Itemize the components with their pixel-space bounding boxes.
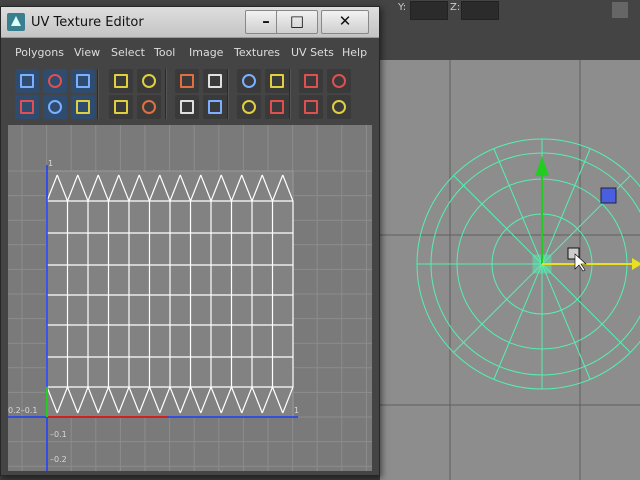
cut-uv-icon bbox=[180, 74, 194, 88]
toolbar-separator bbox=[227, 69, 229, 119]
relax-icon bbox=[180, 100, 194, 114]
title-bar[interactable]: UV Texture Editor – □ ✕ bbox=[1, 7, 379, 38]
flip-v-button[interactable] bbox=[137, 69, 161, 93]
straighten-icon bbox=[20, 100, 34, 114]
menu-tool[interactable]: Tool bbox=[154, 46, 175, 59]
y-field[interactable] bbox=[410, 1, 448, 20]
flip-h-button[interactable] bbox=[109, 69, 133, 93]
z-label: Z: bbox=[450, 2, 461, 13]
unfold-icon bbox=[142, 100, 156, 114]
select-uv-icon bbox=[20, 74, 34, 88]
uv-label-neg02: –0.2 bbox=[50, 455, 67, 464]
move-uv-button[interactable] bbox=[43, 69, 67, 93]
uv-label-neg01: –0.1 bbox=[50, 430, 67, 439]
perspective-viewport[interactable] bbox=[380, 60, 640, 480]
uv-label-right: 1 bbox=[294, 406, 300, 415]
move-y-arrow bbox=[535, 156, 549, 176]
toolbar-separator bbox=[165, 69, 167, 119]
toolbar-separator bbox=[289, 69, 291, 119]
rotate-ccw-button[interactable] bbox=[71, 95, 95, 119]
checker-button[interactable] bbox=[265, 95, 289, 119]
relax-button[interactable] bbox=[175, 95, 199, 119]
uv-editor-canvas[interactable]: 1 0.2–0.1 1 –0.1 –0.2 bbox=[8, 125, 372, 471]
unfold-button[interactable] bbox=[137, 95, 161, 119]
z-field[interactable] bbox=[461, 1, 499, 20]
toolbar-separator bbox=[97, 69, 99, 119]
distribute-icon bbox=[332, 100, 346, 114]
plane-handle bbox=[600, 187, 617, 204]
y-label: Y: bbox=[398, 2, 407, 13]
stack-button[interactable] bbox=[299, 69, 323, 93]
checker-icon bbox=[270, 100, 284, 114]
snap-button[interactable] bbox=[43, 95, 67, 119]
rotate-ccw-icon bbox=[76, 100, 90, 114]
uv-label-top: 1 bbox=[48, 159, 54, 168]
tool-icon[interactable] bbox=[612, 2, 628, 18]
menu-image[interactable]: Image bbox=[189, 46, 223, 59]
move-down-button[interactable] bbox=[299, 95, 323, 119]
pin-icon bbox=[242, 100, 256, 114]
menu-uv-sets[interactable]: UV Sets bbox=[291, 46, 334, 59]
flip-h-icon bbox=[114, 74, 128, 88]
grid-uv-button[interactable] bbox=[265, 69, 289, 93]
menu-bar: Polygons View Select Tool Image Textures… bbox=[1, 43, 379, 63]
menu-help[interactable]: Help bbox=[342, 46, 367, 59]
menu-view[interactable]: View bbox=[74, 46, 100, 59]
snap-icon bbox=[48, 100, 62, 114]
menu-select[interactable]: Select bbox=[111, 46, 145, 59]
viewport-scene bbox=[380, 60, 640, 480]
scale-uv-button[interactable] bbox=[71, 69, 95, 93]
sew-uv-button[interactable] bbox=[203, 69, 227, 93]
pin-button[interactable] bbox=[237, 95, 261, 119]
layout-icon bbox=[332, 74, 346, 88]
layout-button[interactable] bbox=[327, 69, 351, 93]
flip-v-icon bbox=[142, 74, 156, 88]
sew-uv-icon bbox=[208, 74, 222, 88]
rotate-cw-button[interactable] bbox=[109, 95, 133, 119]
cut-uv-button[interactable] bbox=[175, 69, 199, 93]
shell-button[interactable] bbox=[203, 95, 227, 119]
stack-icon bbox=[304, 74, 318, 88]
grid-uv-icon bbox=[270, 74, 284, 88]
align-uv-icon bbox=[242, 74, 256, 88]
move-down-icon bbox=[304, 100, 318, 114]
rotate-cw-icon bbox=[114, 100, 128, 114]
distribute-button[interactable] bbox=[327, 95, 351, 119]
select-uv-button[interactable] bbox=[15, 69, 39, 93]
scale-uv-icon bbox=[76, 74, 90, 88]
maximize-icon: □ bbox=[289, 12, 305, 30]
maya-app-icon bbox=[7, 13, 25, 31]
menu-textures[interactable]: Textures bbox=[234, 46, 280, 59]
move-uv-icon bbox=[48, 74, 62, 88]
shell-icon bbox=[208, 100, 222, 114]
close-icon: ✕ bbox=[338, 12, 352, 30]
straighten-button[interactable] bbox=[15, 95, 39, 119]
window-title: UV Texture Editor bbox=[31, 15, 144, 30]
menu-polygons[interactable]: Polygons bbox=[15, 46, 64, 59]
maximize-button[interactable]: □ bbox=[276, 10, 318, 34]
uv-label-origin: 0.2–0.1 bbox=[8, 406, 38, 415]
move-x-arrow bbox=[632, 258, 640, 270]
align-uv-button[interactable] bbox=[237, 69, 261, 93]
uv-toolbar bbox=[9, 65, 373, 125]
uv-grid bbox=[8, 125, 372, 471]
uv-texture-editor-window: UV Texture Editor – □ ✕ Polygons View Se… bbox=[0, 6, 380, 476]
close-button[interactable]: ✕ bbox=[321, 10, 369, 34]
